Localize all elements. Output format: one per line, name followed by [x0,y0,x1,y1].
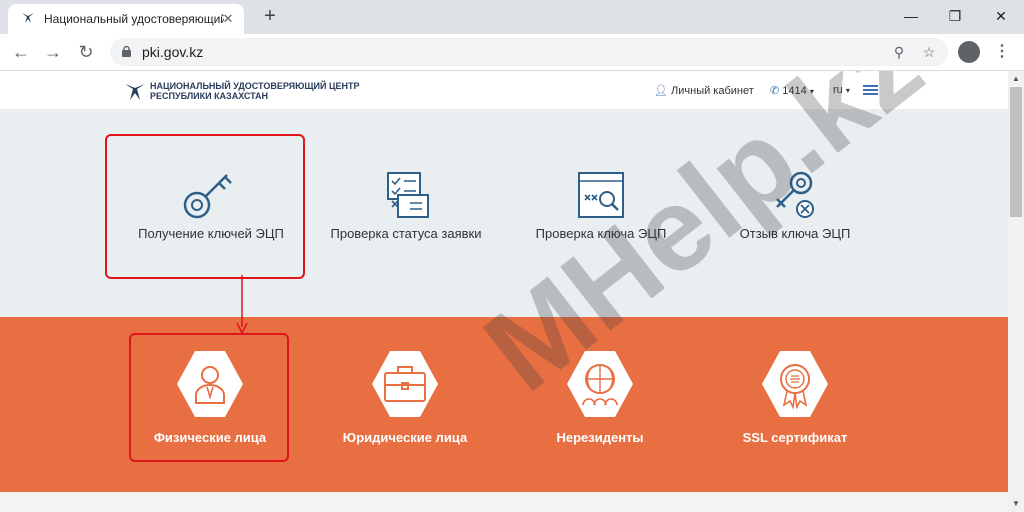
profile-avatar[interactable] [958,41,980,63]
web-page: НАЦИОНАЛЬНЫЙ УДОСТОВЕРЯЮЩИЙ ЦЕНТР РЕСПУБ… [0,71,1008,512]
browser-menu-icon[interactable]: ⋮ [992,41,1012,63]
minimize-button[interactable]: — [896,6,926,26]
bookmark-star-icon[interactable]: ☆ [920,43,938,61]
highlight-box-get-keys [105,134,305,279]
documents-check-icon [387,172,429,218]
reload-button[interactable]: ↻ [75,41,97,63]
logo-line-1: НАЦИОНАЛЬНЫЙ УДОСТОВЕРЯЮЩИЙ ЦЕНТР [150,81,360,91]
back-button[interactable]: ← [10,41,32,63]
category-label[interactable]: Юридические лица [325,430,485,445]
category-label[interactable]: SSL сертификат [715,430,875,445]
logo-text[interactable]: НАЦИОНАЛЬНЫЙ УДОСТОВЕРЯЮЩИЙ ЦЕНТР РЕСПУБ… [150,81,360,101]
logo-line-2: РЕСПУБЛИКИ КАЗАХСТАН [150,91,269,101]
browser-tab-strip: Национальный удостоверяющий ✕ + — ❐ ✕ [0,0,1024,34]
scroll-up-icon[interactable]: ▲ [1011,74,1021,84]
url-text: pki.gov.kz [142,44,204,60]
red-arrow-icon [236,275,248,335]
user-icon: 👤︎ [654,85,668,97]
site-favicon-icon [22,13,34,23]
nuc-logo-icon[interactable] [124,80,146,102]
footer-strip [0,492,1008,512]
service-label: Проверка статуса заявки [330,226,482,241]
close-window-button[interactable]: ✕ [986,6,1016,26]
new-tab-button[interactable]: + [260,6,280,26]
highlight-box-individuals [129,333,289,462]
page-scrollbar[interactable]: ▲ ▼ [1008,71,1024,512]
category-ssl[interactable] [760,349,830,419]
scroll-down-icon[interactable]: ▼ [1011,499,1021,509]
category-legal-entities[interactable] [370,349,440,419]
scrollbar-thumb[interactable] [1010,87,1022,217]
restore-button[interactable]: ❐ [940,6,970,26]
address-bar[interactable]: pki.gov.kz ⚲ ☆ [110,38,948,66]
browser-tab[interactable]: Национальный удостоверяющий ✕ [8,4,244,34]
tab-title: Национальный удостоверяющий [44,12,224,26]
lock-icon [122,46,131,57]
forward-button[interactable]: → [42,41,64,63]
service-check-status[interactable]: Проверка статуса заявки [316,169,496,241]
close-tab-icon[interactable]: ✕ [220,11,236,27]
browser-toolbar: ← → ↻ pki.gov.kz ⚲ ☆ ⋮ [0,34,1024,71]
zoom-icon[interactable]: ⚲ [890,43,908,61]
category-label[interactable]: Нерезиденты [520,430,680,445]
